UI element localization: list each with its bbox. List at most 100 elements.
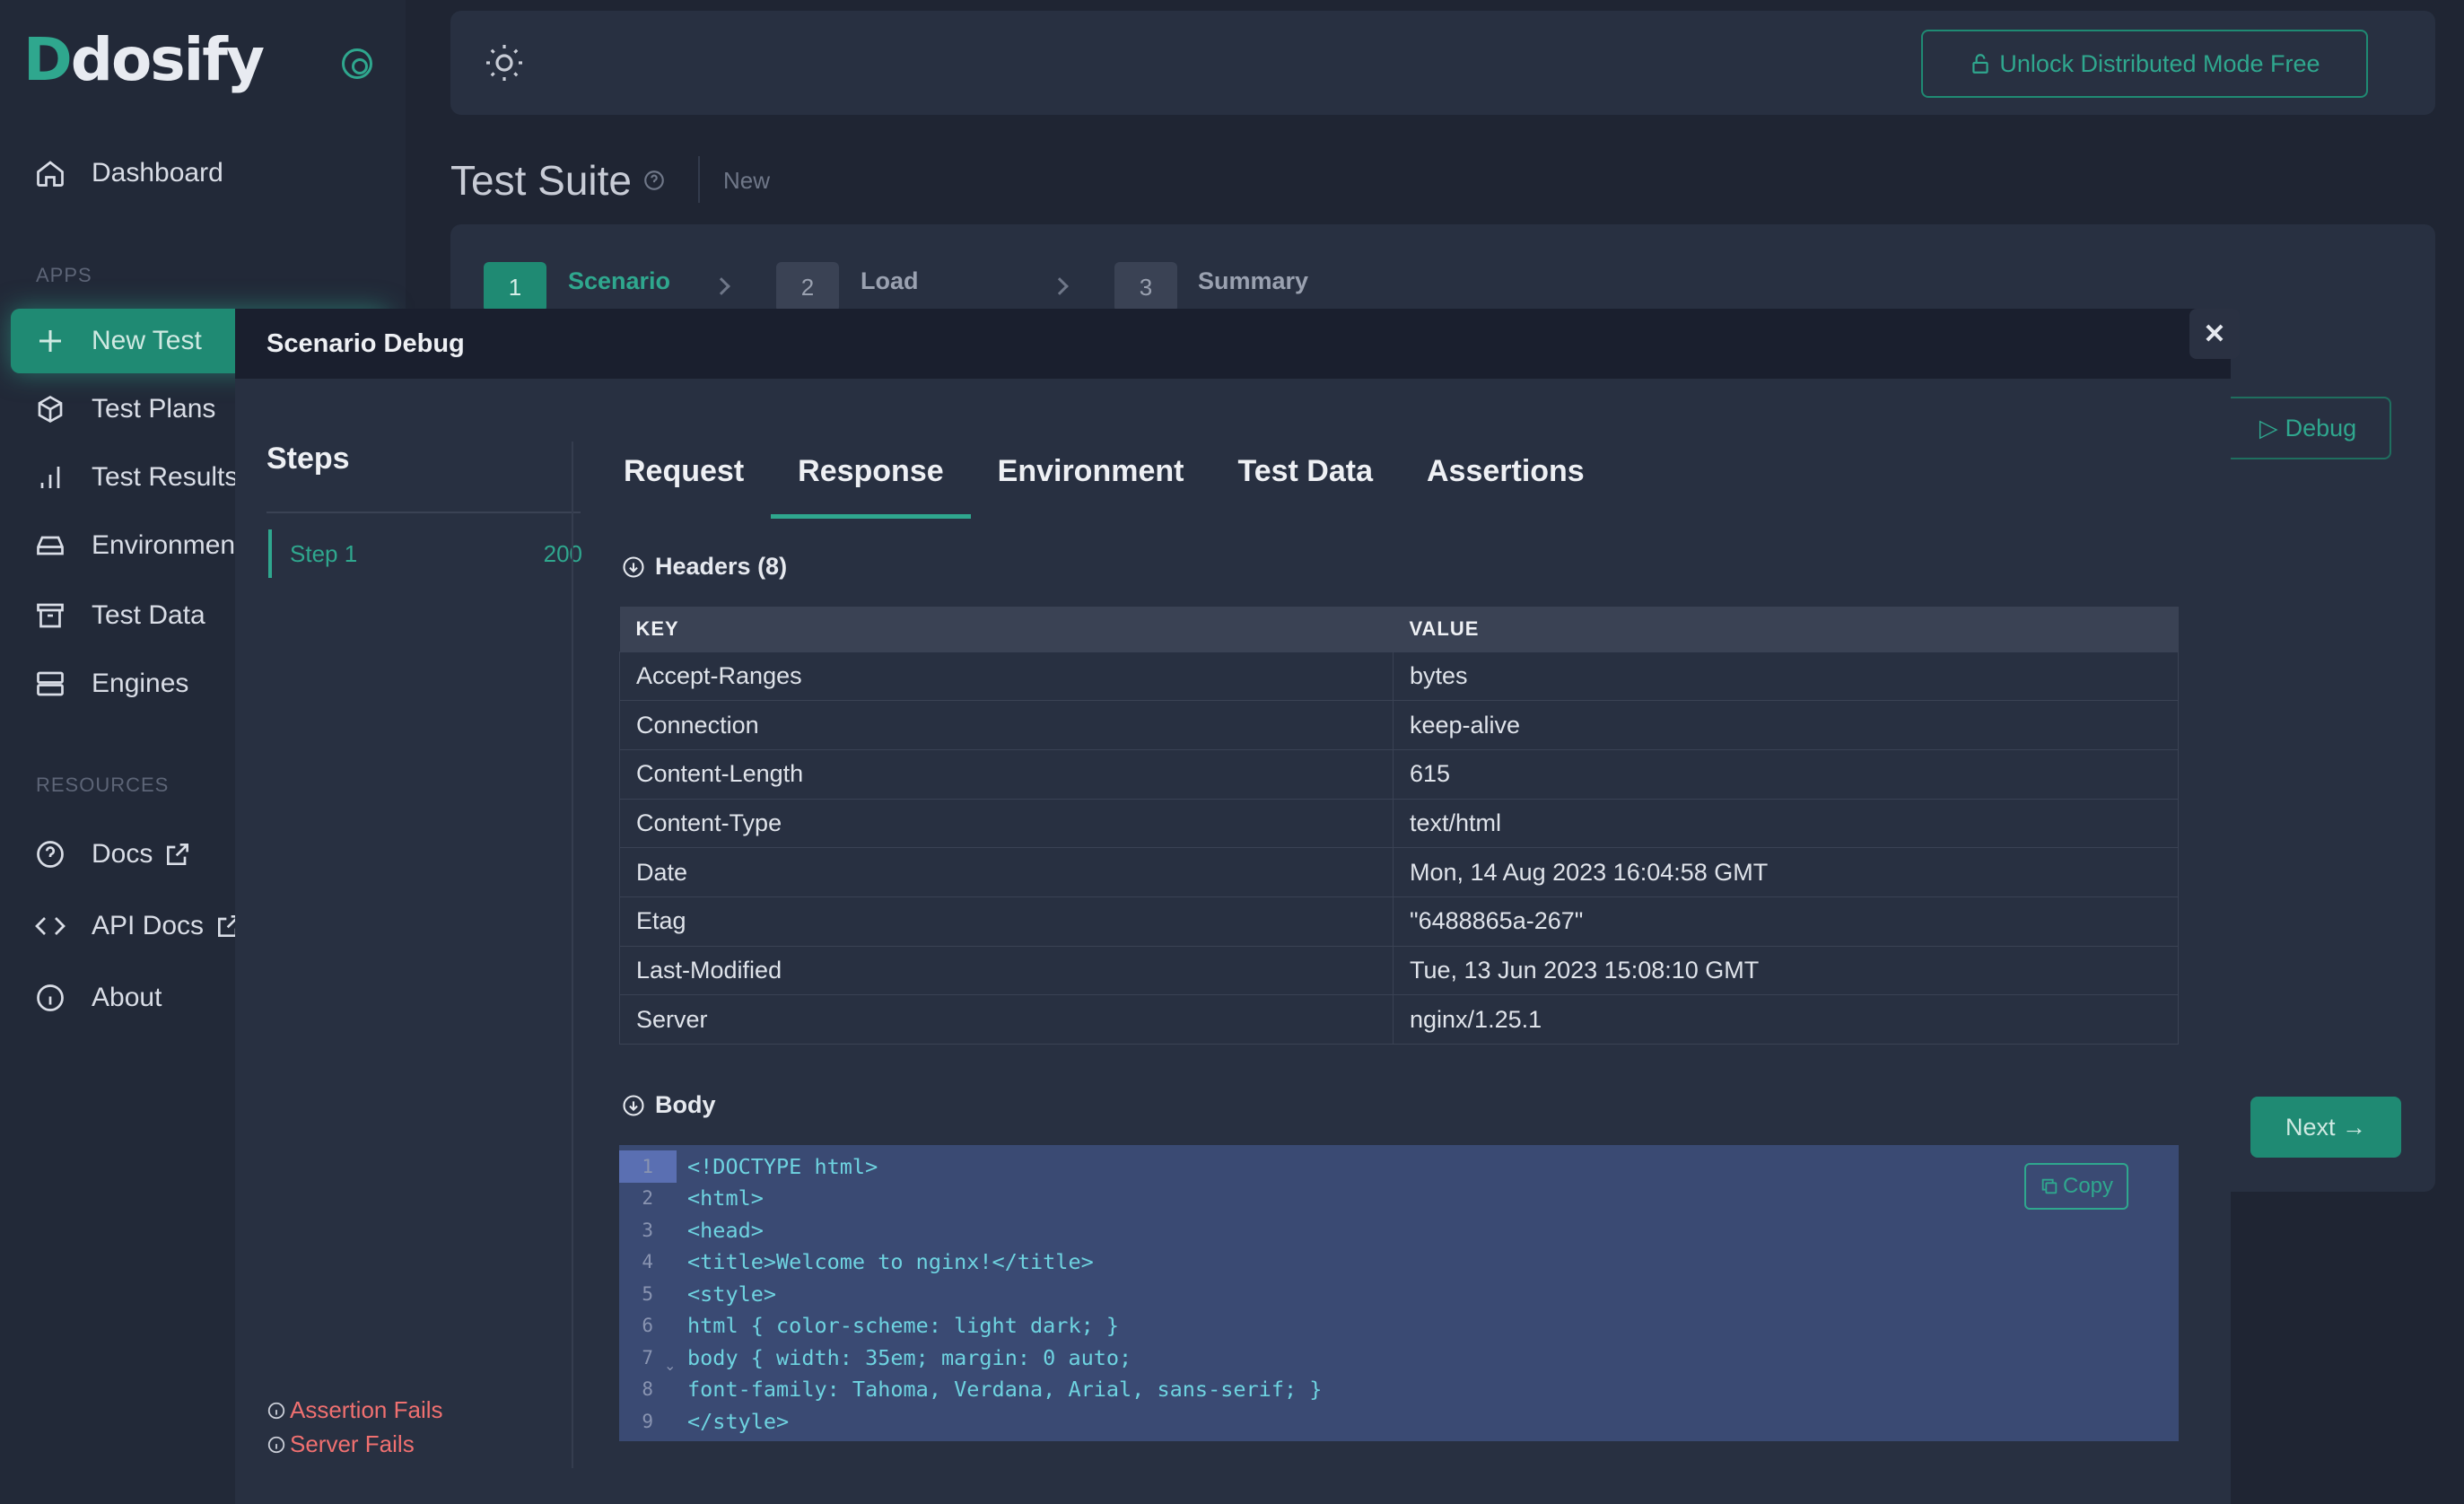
wizard-step-1-badge[interactable]: 1: [484, 262, 546, 312]
unlock-icon: [1972, 54, 1989, 74]
code-line: 2 <html>: [619, 1183, 764, 1215]
steps-divider: [266, 512, 581, 513]
sidebar-item-label: About: [92, 983, 162, 1012]
chevron-right-icon: [712, 277, 730, 295]
tab-response[interactable]: Response: [771, 424, 971, 519]
response-tabs: Request Response Environment Test Data A…: [624, 424, 1612, 519]
steps-panel-divider: [572, 442, 573, 1468]
header-value: bytes: [1393, 651, 2179, 702]
tab-request[interactable]: Request: [624, 424, 771, 519]
code-line: 7 body { width: 35em; margin: 0 auto;: [619, 1342, 1132, 1374]
code-text: <!DOCTYPE html>: [687, 1153, 878, 1179]
logo[interactable]: Ddosify: [23, 25, 265, 94]
external-link-icon: [167, 844, 189, 865]
wizard-step-3-badge[interactable]: 3: [1114, 262, 1177, 312]
header-key: Last-Modified: [619, 945, 1394, 996]
header-key: Date: [619, 847, 1394, 897]
sidebar-item-dashboard[interactable]: Dashboard: [11, 141, 388, 205]
sidebar-item-label: Docs: [92, 839, 153, 869]
unlock-distributed-mode-button[interactable]: Unlock Distributed Mode Free: [1921, 30, 2368, 98]
header-value: text/html: [1393, 798, 2179, 849]
code-line: 4 <title>Welcome to nginx!</title>: [619, 1246, 1094, 1279]
sidebar-item-label: API Docs: [92, 911, 205, 940]
code-text: <title>Welcome to nginx!</title>: [687, 1249, 1094, 1275]
help-circle-icon: [37, 841, 64, 868]
arrow-down-circle-icon: [623, 1094, 644, 1116]
plus-icon: [39, 330, 61, 352]
code-text: html { color-scheme: light dark; }: [687, 1313, 1120, 1339]
server-icon: [37, 671, 64, 696]
info-icon: [37, 984, 64, 1011]
modal-title: Scenario Debug: [266, 328, 465, 358]
chevron-right-icon: [1051, 277, 1069, 295]
body-toggle[interactable]: Body: [621, 1091, 716, 1119]
table-row: Last-Modified Tue, 13 Jun 2023 15:08:10 G…: [619, 945, 2179, 996]
home-icon: [37, 161, 64, 187]
header-key: Connection: [619, 700, 1394, 750]
steps-title: Steps: [266, 442, 350, 476]
code-line: 9 </style>: [619, 1405, 789, 1438]
wizard-step-2-label[interactable]: Load: [861, 267, 919, 295]
top-bar: Unlock Distributed Mode Free: [450, 11, 2435, 115]
close-modal-button[interactable]: ✕: [2189, 309, 2240, 359]
column-value: VALUE: [1393, 607, 2179, 651]
code-line: 8 font-family: Tahoma, Verdana, Arial, sa…: [619, 1374, 1322, 1406]
line-number: 8: [642, 1378, 653, 1401]
table-row: Server nginx/1.25.1: [619, 994, 2179, 1045]
sidebar-item-label: New Test: [92, 326, 202, 355]
header-value: keep-alive: [1393, 700, 2179, 750]
help-icon[interactable]: [642, 169, 666, 192]
header-value: 615: [1393, 748, 2179, 800]
collapse-sidebar-icon[interactable]: [342, 48, 372, 79]
debug-button[interactable]: ▷ Debug: [2224, 397, 2391, 459]
tab-assertions[interactable]: Assertions: [1400, 424, 1612, 519]
archive-icon: [37, 603, 64, 628]
step-label: Step 1: [290, 539, 358, 567]
code-text: body { width: 35em; margin: 0 auto;: [687, 1344, 1132, 1370]
copy-icon: [2041, 1178, 2058, 1194]
copy-button[interactable]: Copy: [2024, 1163, 2128, 1210]
code-line: 6 html { color-scheme: light dark; }: [619, 1310, 1119, 1342]
sidebar-item-label: Test Data: [92, 600, 205, 630]
legend-assertion-fails: Assertion Fails: [266, 1396, 443, 1424]
legend-label: Server Fails: [290, 1430, 415, 1457]
wizard-step-2-badge[interactable]: 2: [776, 262, 839, 312]
line-number: 5: [642, 1282, 653, 1305]
line-number: 2: [642, 1187, 653, 1210]
info-icon: [267, 1436, 285, 1453]
page-title: Test Suite: [450, 156, 666, 205]
line-number: 7: [642, 1346, 653, 1368]
wizard-step-3-label[interactable]: Summary: [1198, 267, 1308, 295]
box-icon: [38, 395, 63, 424]
header-value: Tue, 13 Jun 2023 15:08:10 GMT: [1393, 945, 2179, 996]
section-resources: RESOURCES: [36, 774, 170, 796]
step-list-item[interactable]: Step 1 200: [268, 529, 582, 578]
fold-chevron-icon[interactable]: ⌄: [664, 1357, 676, 1375]
step-status: 200: [543, 539, 582, 567]
table-row: Accept-Ranges bytes: [619, 651, 2179, 702]
headers-toggle[interactable]: Headers (8): [621, 553, 787, 581]
code-text: <html>: [687, 1185, 764, 1211]
table-row: Etag "6488865a-267": [619, 896, 2179, 947]
wizard-step-1-label[interactable]: Scenario: [568, 267, 670, 295]
code-line: 1 <!DOCTYPE html>: [619, 1150, 878, 1183]
sun-icon[interactable]: [483, 41, 526, 84]
sidebar-item-label: Environments: [92, 530, 257, 560]
drive-icon: [37, 536, 64, 555]
code-line: 3 <head>: [619, 1214, 764, 1246]
tab-environment[interactable]: Environment: [971, 424, 1211, 519]
sidebar-item-label: Dashboard: [92, 158, 223, 188]
sidebar-item-label: Test Plans: [92, 394, 216, 424]
legend-server-fails: Server Fails: [266, 1430, 415, 1458]
table-row: Content-Length 615: [619, 748, 2179, 800]
line-number: 1: [642, 1155, 653, 1177]
tab-test-data[interactable]: Test Data: [1210, 424, 1400, 519]
code-icon: [35, 917, 66, 935]
header-key: Server: [619, 994, 1394, 1045]
title-divider: [698, 156, 700, 203]
table-row: Content-Type text/html: [619, 798, 2179, 849]
bar-chart-icon: [40, 467, 60, 488]
table-header-row: KEY VALUE: [619, 607, 2179, 651]
response-body-editor[interactable]: 1 <!DOCTYPE html> 2 <html> 3 <head> 4 <title…: [619, 1145, 2179, 1441]
next-button[interactable]: Next →: [2250, 1097, 2401, 1158]
